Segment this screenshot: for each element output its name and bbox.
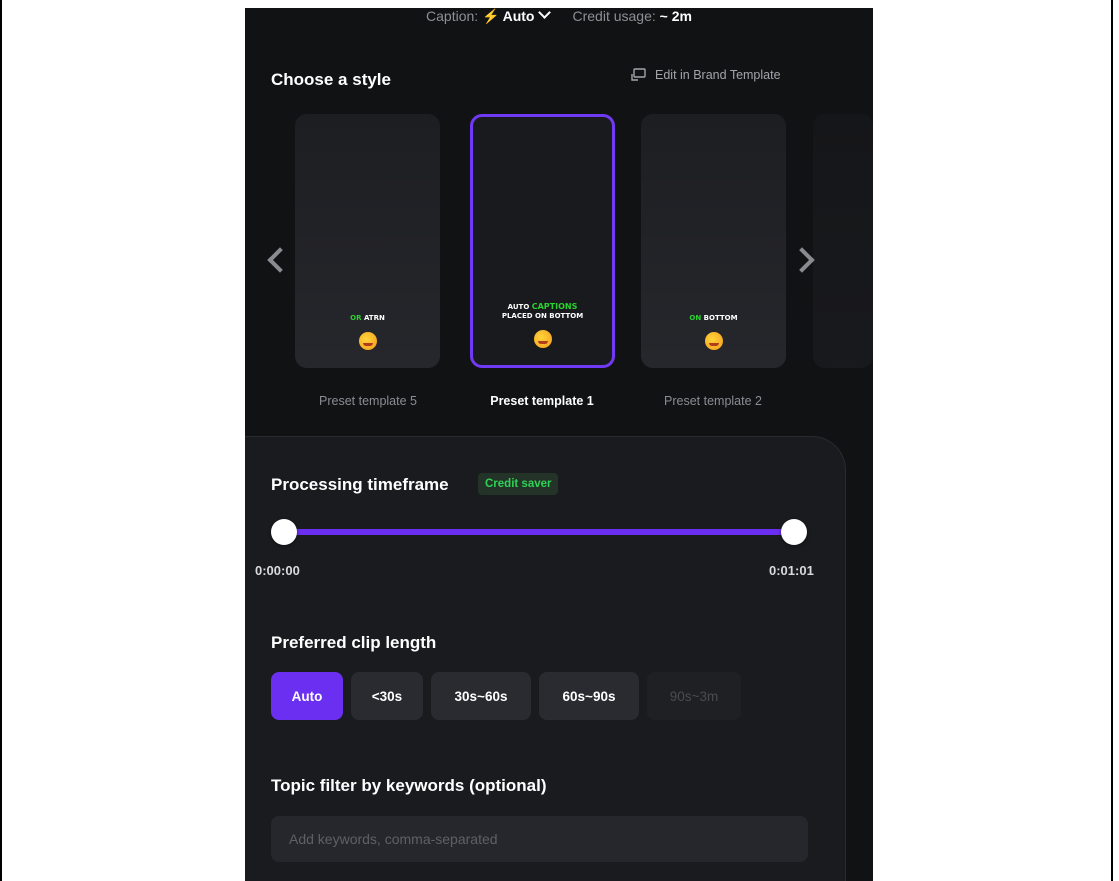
template-card-1[interactable]: AUTO CAPTIONS PLACED ON BOTTOM <box>470 114 615 368</box>
credit-saver-badge: Credit saver <box>478 473 559 495</box>
smiling-face-emoji-icon <box>704 332 723 350</box>
chevron-down-icon[interactable] <box>537 8 551 19</box>
caption-text: BOTTOM <box>703 314 738 322</box>
timeframe-end-handle[interactable] <box>781 519 807 545</box>
caption-credit-bar: Caption: ⚡ Auto Credit usage: ~ 2m <box>245 8 873 30</box>
caption-highlight: OR <box>350 314 362 322</box>
smiling-face-emoji-icon <box>358 332 377 350</box>
clip-length-auto-button[interactable]: Auto <box>271 672 343 720</box>
caption-text: ATRN <box>363 314 385 322</box>
template-label-2: Preset template 2 <box>664 394 762 408</box>
keyword-filter-input[interactable] <box>271 816 808 862</box>
credit-usage-value: ~ 2m <box>659 8 692 24</box>
smiling-face-emoji-icon <box>533 330 552 348</box>
clip-length-90s-3m-button: 90s~3m <box>647 672 741 720</box>
caption-text: AUTO <box>507 303 530 311</box>
topic-filter-title: Topic filter by keywords (optional) <box>271 776 547 795</box>
caption-label: Caption: <box>426 8 479 24</box>
timeframe-slider-track[interactable] <box>285 529 795 535</box>
edit-brand-template-link[interactable]: Edit in Brand Template <box>631 68 781 82</box>
clip-length-title: Preferred clip length <box>271 633 437 652</box>
credit-usage-label: Credit usage: <box>572 8 656 24</box>
template-card-5[interactable]: OR ATRN <box>295 114 440 368</box>
clip-length-30-60s-button[interactable]: 30s~60s <box>431 672 531 720</box>
caption-mode-dropdown[interactable]: Auto <box>503 8 535 24</box>
timeframe-start-handle[interactable] <box>271 519 297 545</box>
template-label-1: Preset template 1 <box>490 394 594 408</box>
lightning-icon: ⚡ <box>482 8 500 24</box>
clip-length-60-90s-button[interactable]: 60s~90s <box>539 672 639 720</box>
timeframe-start-time: 0:00:00 <box>255 563 300 578</box>
timeframe-title: Processing timeframe <box>271 475 449 494</box>
caption-highlight: ON <box>689 314 702 322</box>
template-label-5: Preset template 5 <box>319 394 417 408</box>
caption-text: PLACED ON BOTTOM <box>501 312 584 320</box>
style-section-title: Choose a style <box>271 70 391 89</box>
clip-settings-panel: Caption: ⚡ Auto Credit usage: ~ 2m Choose a… <box>245 8 873 881</box>
template-card-next-partial[interactable] <box>813 114 873 368</box>
carousel-next-arrow-icon[interactable] <box>789 247 815 273</box>
settings-card <box>245 436 846 881</box>
template-card-2[interactable]: ON BOTTOM <box>641 114 786 368</box>
edit-brand-template-label: Edit in Brand Template <box>655 68 781 82</box>
edit-template-icon <box>631 68 647 82</box>
timeframe-end-time: 0:01:01 <box>769 563 814 578</box>
clip-length-under-30s-button[interactable]: <30s <box>351 672 423 720</box>
carousel-prev-arrow-icon[interactable] <box>267 247 293 273</box>
caption-highlight: CAPTIONS <box>531 302 578 311</box>
